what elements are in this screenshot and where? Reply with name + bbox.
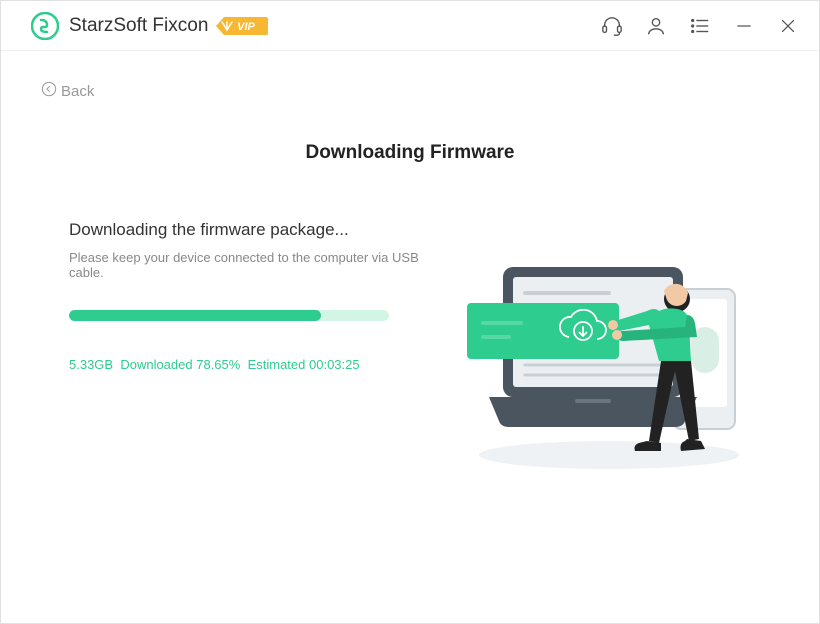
svg-text:VIP: VIP xyxy=(238,21,256,33)
estimated-label: Estimated xyxy=(248,357,306,372)
titlebar: StarzSoft Fixcon VIP xyxy=(1,1,819,51)
titlebar-controls xyxy=(601,15,799,37)
close-icon[interactable] xyxy=(777,15,799,37)
download-stats: 5.33GB Downloaded 78.65% Estimated 00:03… xyxy=(69,357,421,372)
back-button[interactable]: Back xyxy=(41,81,94,101)
download-subtext: Please keep your device connected to the… xyxy=(69,250,421,280)
downloaded-pct: 78.65% xyxy=(196,357,240,372)
progress-bar xyxy=(69,310,389,321)
chevron-left-icon xyxy=(41,81,57,101)
illustration-icon xyxy=(459,241,759,471)
download-heading: Downloading the firmware package... xyxy=(69,220,421,240)
app-title: StarzSoft Fixcon xyxy=(69,15,208,37)
vip-badge-icon: VIP xyxy=(216,15,268,37)
page-title: Downloading Firmware xyxy=(41,142,779,164)
account-icon[interactable] xyxy=(645,15,667,37)
minimize-icon[interactable] xyxy=(733,15,755,37)
download-section: Downloading the firmware package... Plea… xyxy=(41,220,421,372)
back-label: Back xyxy=(61,83,94,100)
content-area: Back Downloading Firmware Downloading th… xyxy=(1,51,819,623)
support-icon[interactable] xyxy=(601,15,623,37)
size-value: 5.33GB xyxy=(69,357,113,372)
app-logo-icon xyxy=(31,12,59,40)
progress-fill xyxy=(69,310,321,321)
menu-icon[interactable] xyxy=(689,15,711,37)
downloaded-label: Downloaded xyxy=(120,357,192,372)
estimated-time: 00:03:25 xyxy=(309,357,360,372)
